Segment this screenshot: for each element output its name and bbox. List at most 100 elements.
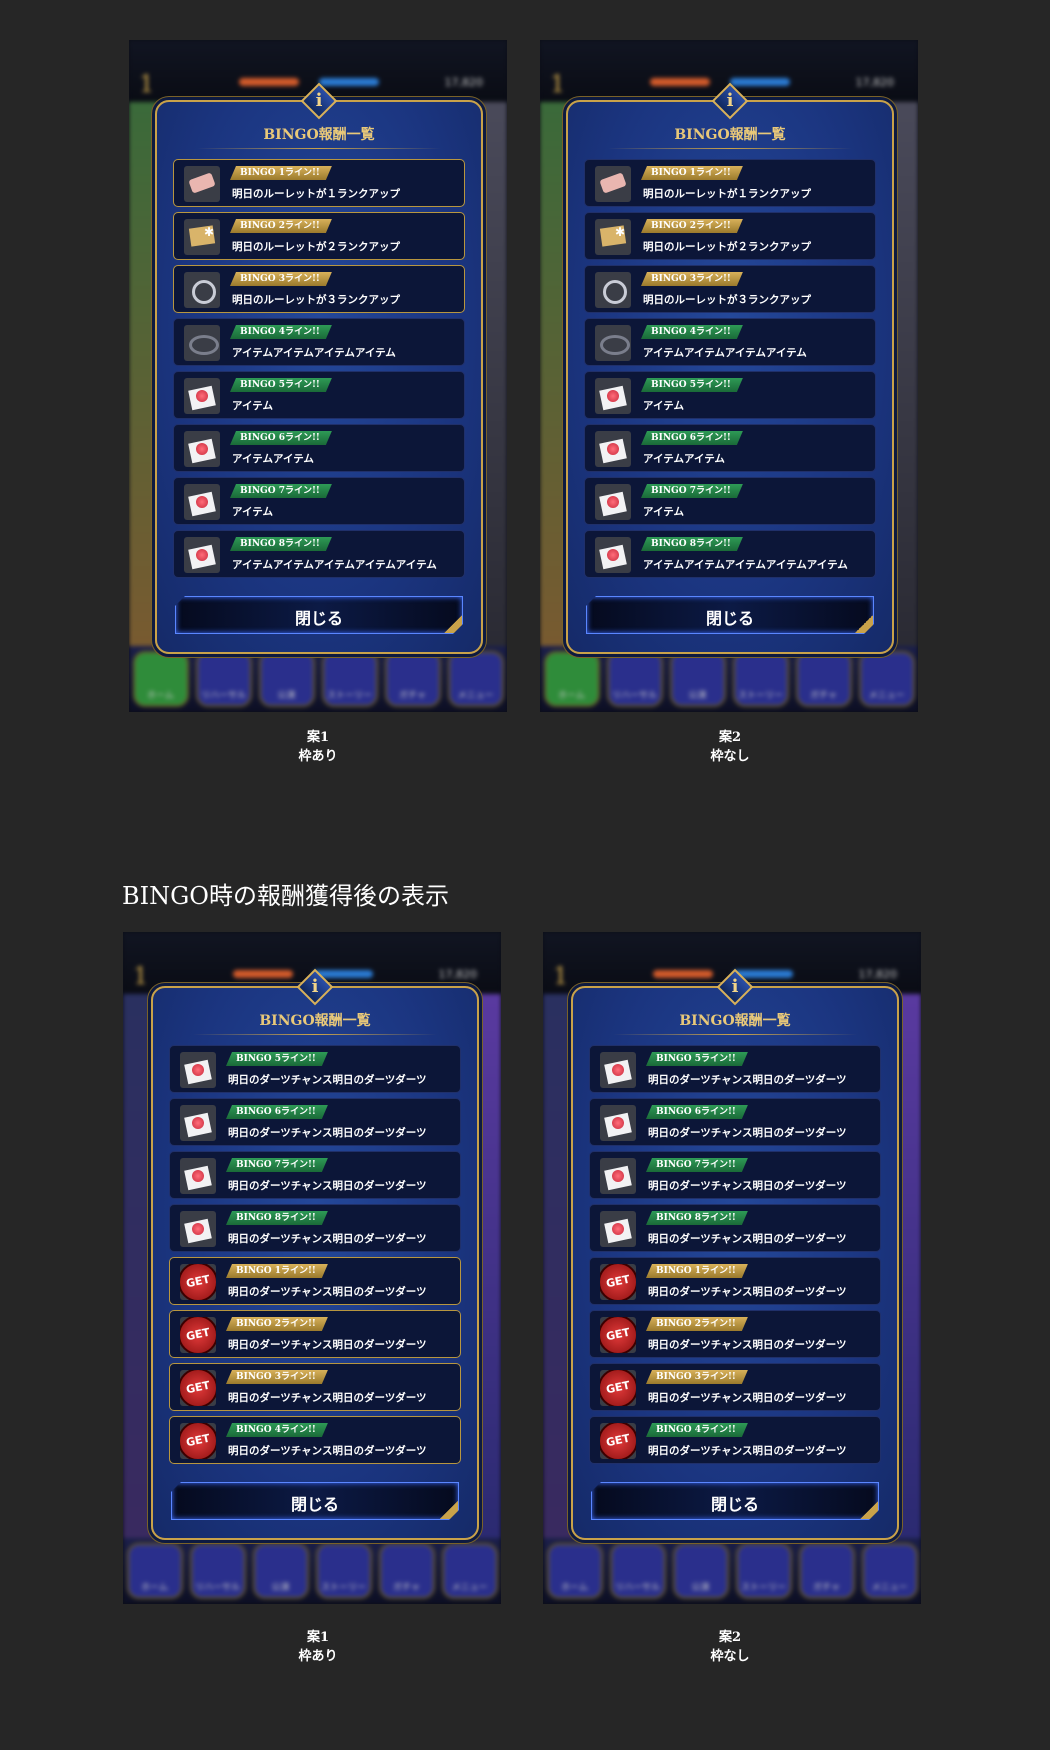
reward-description: アイテムアイテムアイテムアイテム xyxy=(643,347,807,359)
caption-plan1: 案1 枠あり xyxy=(298,730,338,764)
nav-button: ストーリー xyxy=(321,651,378,707)
reward-list-dialog: i BINGO報酬一覧 BINGO 5ライン!! 明日のダーツチャンス明日のダーツ… xyxy=(151,968,479,1540)
get-stamp-icon: GET xyxy=(180,1370,216,1406)
nav-button: メニュー xyxy=(861,1543,918,1599)
reward-description: 明日のルーレットが３ランクアップ xyxy=(643,294,811,306)
reward-description: 明日のダーツチャンス明日のダーツダーツ xyxy=(648,1074,847,1086)
reward-list-dialog: i BINGO報酬一覧 BINGO 1ライン!! 明日のルーレットが１ランクアップ… xyxy=(155,82,483,654)
close-button[interactable]: 閉じる xyxy=(171,1482,459,1520)
reward-row: BINGO 7ライン!! 明日のダーツチャンス明日のダーツダーツ xyxy=(169,1151,461,1199)
reward-description: 明日のダーツチャンス明日のダーツダーツ xyxy=(648,1233,847,1245)
nav-label: ホーム xyxy=(147,691,174,701)
close-button[interactable]: 閉じる xyxy=(591,1482,879,1520)
nav-label: 公演 xyxy=(691,1583,710,1593)
nav-label: ガチャ xyxy=(813,1583,840,1593)
reward-row: BINGO 3ライン!! 明日のルーレットが３ランクアップ xyxy=(584,265,876,313)
caption-plan2-after: 案2 枠なし xyxy=(710,1630,750,1664)
reward-row: BINGO 6ライン!! アイテムアイテム xyxy=(173,424,465,472)
gold-ticket-icon: ✱ xyxy=(595,219,631,255)
reward-list-dialog: i BINGO報酬一覧 BINGO 1ライン!! 明日のルーレットが１ランクアップ… xyxy=(566,82,894,654)
nav-label: リハーサル xyxy=(195,1583,240,1593)
dialog-title: BINGO報酬一覧 xyxy=(259,1013,371,1029)
caption-plan1-after: 案1 枠あり xyxy=(298,1630,338,1664)
nav-label: ストーリー xyxy=(737,691,783,701)
reward-row: BINGO 5ライン!! アイテム xyxy=(173,371,465,419)
gold-ticket-icon: ✱ xyxy=(184,219,220,255)
mockup-plan1-after: 1 17,820 ホーム リハーサル 公演 ストーリー ガチャ メニュー i BINGO報… xyxy=(123,932,501,1604)
get-stamp-icon: GET xyxy=(180,1317,216,1353)
bingo-line-badge: BINGO 3ライン!! xyxy=(226,1370,328,1384)
bingo-line-badge: BINGO 8ライン!! xyxy=(646,1211,748,1225)
bingo-line-badge: BINGO 6ライン!! xyxy=(641,431,743,445)
nav-label: ストーリー xyxy=(326,691,372,701)
nav-label: 公演 xyxy=(688,691,707,701)
reward-row: BINGO 7ライン!! アイテム xyxy=(173,477,465,525)
bingo-line-badge: BINGO 2ライン!! xyxy=(646,1317,748,1331)
rose-card-icon xyxy=(595,484,631,520)
reward-description: 明日のダーツチャンス明日のダーツダーツ xyxy=(228,1127,427,1139)
close-button[interactable]: 閉じる xyxy=(175,596,463,634)
reward-row: BINGO 5ライン!! 明日のダーツチャンス明日のダーツダーツ xyxy=(589,1045,881,1093)
bingo-line-badge: BINGO 6ライン!! xyxy=(226,1105,328,1119)
bingo-line-badge: BINGO 8ライン!! xyxy=(641,537,743,551)
reward-row: BINGO 7ライン!! アイテム xyxy=(584,477,876,525)
reward-row: GET BINGO 4ライン!! 明日のダーツチャンス明日のダーツダーツ xyxy=(589,1416,881,1464)
dark-ring-icon xyxy=(184,325,220,361)
rose-card-icon xyxy=(180,1052,216,1088)
reward-description: 明日のダーツチャンス明日のダーツダーツ xyxy=(228,1286,427,1298)
close-button[interactable]: 閉じる xyxy=(586,596,874,634)
silver-ring-icon xyxy=(595,272,631,308)
reward-row: BINGO 8ライン!! 明日のダーツチャンス明日のダーツダーツ xyxy=(589,1204,881,1252)
pink-scroll-icon xyxy=(595,166,631,202)
info-icon: i xyxy=(716,968,754,1006)
reward-list: BINGO 1ライン!! 明日のルーレットが１ランクアップ ✱ BINGO 2ライン!… xyxy=(568,159,892,578)
reward-description: 明日のダーツチャンス明日のダーツダーツ xyxy=(648,1445,847,1457)
nav-button: メニュー xyxy=(447,651,504,707)
reward-description: 明日のダーツチャンス明日のダーツダーツ xyxy=(648,1392,847,1404)
info-icon: i xyxy=(711,82,749,120)
reward-description: 明日のダーツチャンス明日のダーツダーツ xyxy=(648,1180,847,1192)
nav-label: ガチャ xyxy=(810,691,837,701)
dark-ring-icon xyxy=(595,325,631,361)
nav-button: ガチャ xyxy=(384,651,441,707)
bingo-line-badge: BINGO 1ライン!! xyxy=(646,1264,748,1278)
bingo-line-badge: BINGO 6ライン!! xyxy=(230,431,332,445)
pink-scroll-icon xyxy=(184,166,220,202)
bingo-line-badge: BINGO 4ライン!! xyxy=(641,325,743,339)
reward-row: GET BINGO 2ライン!! 明日のダーツチャンス明日のダーツダーツ xyxy=(589,1310,881,1358)
reward-row: BINGO 8ライン!! アイテムアイテムアイテムアイテムアイテム xyxy=(584,530,876,578)
nav-button: ガチャ xyxy=(795,651,852,707)
reward-list: BINGO 5ライン!! 明日のダーツチャンス明日のダーツダーツ BINGO 6ライ… xyxy=(153,1045,477,1464)
reward-description: 明日のダーツチャンス明日のダーツダーツ xyxy=(228,1445,427,1457)
nav-button: 公演 xyxy=(669,651,726,707)
rose-card-icon xyxy=(600,1052,636,1088)
reward-row: BINGO 4ライン!! アイテムアイテムアイテムアイテム xyxy=(584,318,876,366)
nav-button: ストーリー xyxy=(735,1543,792,1599)
nav-button: ガチャ xyxy=(798,1543,855,1599)
reward-description: アイテムアイテム xyxy=(643,453,725,465)
reward-description: アイテム xyxy=(232,400,273,412)
reward-row: BINGO 5ライン!! アイテム xyxy=(584,371,876,419)
nav-button: メニュー xyxy=(858,651,915,707)
nav-label: メニュー xyxy=(457,691,494,701)
nav-label: メニュー xyxy=(868,691,905,701)
rose-card-icon xyxy=(184,431,220,467)
nav-label: リハーサル xyxy=(615,1583,660,1593)
reward-description: アイテム xyxy=(643,400,684,412)
reward-row: GET BINGO 3ライン!! 明日のダーツチャンス明日のダーツダーツ xyxy=(169,1363,461,1411)
bingo-line-badge: BINGO 3ライン!! xyxy=(646,1370,748,1384)
reward-row: GET BINGO 1ライン!! 明日のダーツチャンス明日のダーツダーツ xyxy=(589,1257,881,1305)
get-stamp-icon: GET xyxy=(600,1370,636,1406)
mockup-plan2-after: 1 17,820 ホーム リハーサル 公演 ストーリー ガチャ メニュー i BINGO報… xyxy=(543,932,921,1604)
reward-description: 明日のルーレットが２ランクアップ xyxy=(232,241,400,253)
reward-description: 明日のルーレットが１ランクアップ xyxy=(232,188,400,200)
get-stamp-icon: GET xyxy=(600,1423,636,1459)
bottom-nav: ホーム リハーサル 公演 ストーリー ガチャ メニュー xyxy=(540,646,918,712)
reward-description: 明日のダーツチャンス明日のダーツダーツ xyxy=(648,1127,847,1139)
mockup-plan1-before: 1 17,820 ホーム リハーサル 公演 ストーリー ガチャ メニュー i BINGO報… xyxy=(129,40,507,712)
rose-card-icon xyxy=(184,537,220,573)
bingo-line-badge: BINGO 2ライン!! xyxy=(226,1317,328,1331)
caption-plan2: 案2 枠なし xyxy=(710,730,750,764)
reward-row: BINGO 8ライン!! アイテムアイテムアイテムアイテムアイテム xyxy=(173,530,465,578)
info-icon: i xyxy=(296,968,334,1006)
